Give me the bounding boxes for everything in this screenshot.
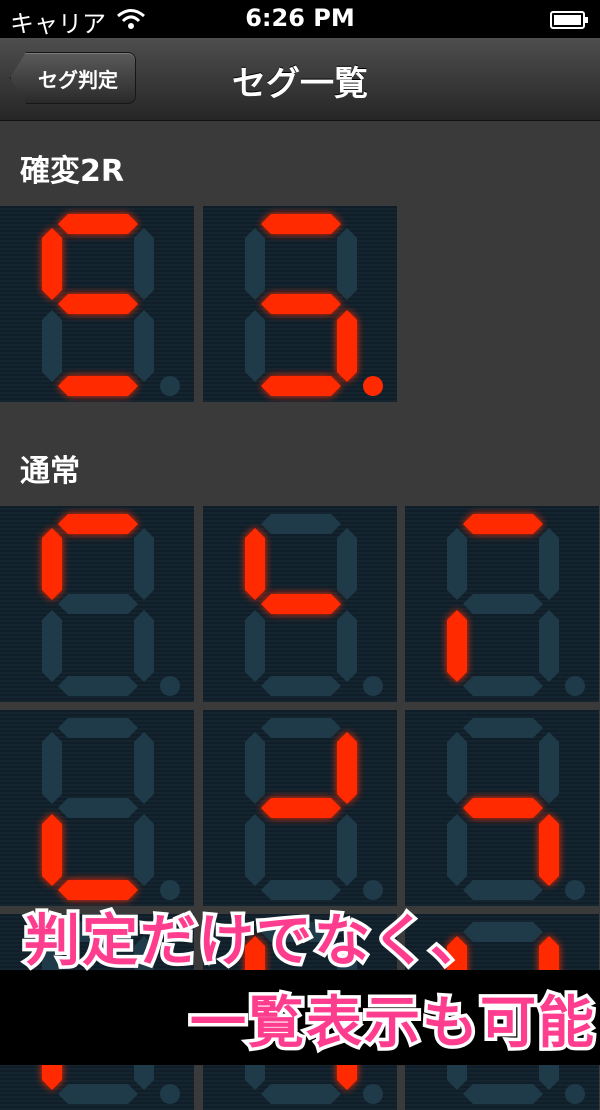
segment-g-unlit — [58, 798, 138, 818]
segment-f-unlit — [42, 732, 62, 804]
segment-d-unlit — [463, 1084, 543, 1104]
segment-f-unlit — [245, 228, 265, 300]
segment-b-unlit — [539, 732, 559, 804]
seven-segment-display — [245, 514, 383, 696]
decimal-point-unlit — [160, 676, 180, 696]
segment-g-unlit — [58, 594, 138, 614]
segment-a-unlit — [261, 514, 341, 534]
decimal-point-unlit — [363, 1084, 383, 1104]
segment-tile[interactable] — [0, 506, 194, 702]
section-label-kakuhen: 確変2R — [20, 154, 124, 189]
segment-tile[interactable] — [0, 710, 194, 906]
segment-b-unlit — [134, 528, 154, 600]
segment-tile[interactable] — [203, 506, 397, 702]
segment-e-unlit — [245, 310, 265, 382]
segment-d-lit — [58, 376, 138, 396]
seven-segment-display — [245, 214, 383, 396]
decimal-point-unlit — [160, 376, 180, 396]
segment-tile[interactable] — [405, 506, 599, 702]
segment-d-unlit — [58, 676, 138, 696]
segment-tile[interactable] — [0, 206, 194, 402]
decimal-point-unlit — [363, 676, 383, 696]
segment-c-unlit — [539, 610, 559, 682]
segment-a-unlit — [261, 718, 341, 738]
segment-c-unlit — [134, 610, 154, 682]
decimal-point-unlit — [565, 676, 585, 696]
status-bar: キャリア 6:26 PM — [0, 0, 600, 38]
caption-line-1: 判定だけでなく、 — [21, 906, 490, 978]
segment-g-lit — [58, 294, 138, 314]
segment-f-unlit — [245, 732, 265, 804]
segment-g-unlit — [463, 594, 543, 614]
segment-b-unlit — [337, 528, 357, 600]
decimal-point-unlit — [160, 1084, 180, 1104]
segment-e-unlit — [245, 610, 265, 682]
segment-d-lit — [261, 376, 341, 396]
segment-c-unlit — [337, 814, 357, 886]
segment-e-lit — [447, 610, 467, 682]
segment-e-unlit — [42, 310, 62, 382]
segment-f-lit — [42, 528, 62, 600]
segment-b-unlit — [134, 228, 154, 300]
seven-segment-display — [42, 514, 180, 696]
segment-f-unlit — [447, 528, 467, 600]
segment-a-lit — [463, 514, 543, 534]
segment-b-unlit — [337, 228, 357, 300]
segment-g-lit — [261, 798, 341, 818]
segment-a-lit — [261, 214, 341, 234]
decimal-point-unlit — [565, 1084, 585, 1104]
segment-f-unlit — [447, 732, 467, 804]
page-title: セグ一覧 — [232, 64, 368, 104]
navigation-bar: セグ判定 セグ一覧 — [0, 38, 600, 121]
segment-f-lit — [42, 228, 62, 300]
segment-a-unlit — [463, 718, 543, 738]
segment-e-lit — [42, 814, 62, 886]
segment-b-lit — [337, 732, 357, 804]
seven-segment-display — [447, 514, 585, 696]
segment-e-unlit — [245, 814, 265, 886]
seven-segment-display — [245, 718, 383, 900]
segment-g-lit — [261, 594, 341, 614]
segment-tile[interactable] — [203, 710, 397, 906]
segment-d-unlit — [58, 1084, 138, 1104]
decimal-point-unlit — [565, 880, 585, 900]
section-label-tsujo: 通常 — [20, 454, 80, 489]
segment-g-lit — [261, 294, 341, 314]
segment-e-unlit — [447, 814, 467, 886]
segment-d-unlit — [463, 676, 543, 696]
segment-c-unlit — [337, 610, 357, 682]
decimal-point-lit — [363, 376, 383, 396]
segment-c-unlit — [134, 310, 154, 382]
segment-g-lit — [463, 798, 543, 818]
segment-tile[interactable] — [405, 710, 599, 906]
segment-f-lit — [245, 528, 265, 600]
seven-segment-display — [42, 718, 180, 900]
segment-c-lit — [539, 814, 559, 886]
segment-a-lit — [58, 214, 138, 234]
segment-d-unlit — [261, 1084, 341, 1104]
caption-line-2: 一覧表示も可能 — [187, 988, 598, 1060]
segment-b-unlit — [134, 732, 154, 804]
segment-c-lit — [337, 310, 357, 382]
status-time: 6:26 PM — [245, 4, 355, 32]
battery-icon — [550, 8, 590, 36]
segment-a-unlit — [58, 718, 138, 738]
segment-a-lit — [58, 514, 138, 534]
segment-b-unlit — [539, 528, 559, 600]
segment-c-unlit — [134, 814, 154, 886]
seven-segment-display — [447, 718, 585, 900]
seven-segment-display — [42, 214, 180, 396]
segment-tile[interactable] — [203, 206, 397, 402]
segment-e-unlit — [42, 610, 62, 682]
segment-d-unlit — [261, 676, 341, 696]
